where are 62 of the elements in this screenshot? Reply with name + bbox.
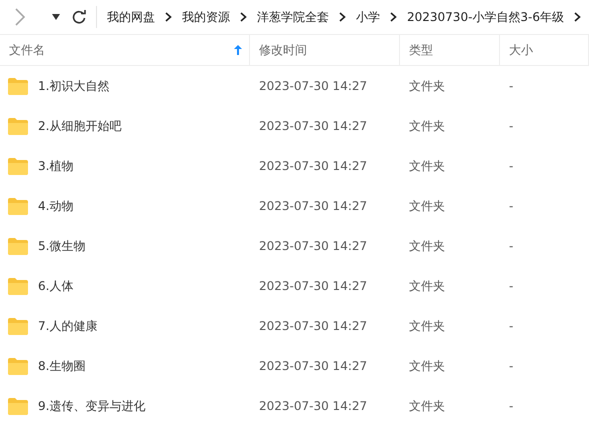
sort-arrow-icon: [234, 45, 242, 55]
file-name[interactable]: 4.动物: [38, 197, 74, 215]
refresh-icon[interactable]: [72, 10, 86, 24]
chevron-icon: [339, 12, 346, 22]
file-type: 文件夹: [409, 199, 445, 213]
file-type: 文件夹: [409, 399, 445, 413]
file-name[interactable]: 8.生物圈: [38, 357, 86, 375]
breadcrumb-link[interactable]: 我的资源: [182, 8, 230, 26]
chevron-icon: [574, 12, 582, 22]
file-type: 文件夹: [409, 79, 445, 93]
column-header[interactable]: 修改时间: [259, 41, 307, 59]
file-size: -: [509, 359, 514, 373]
file-size: -: [509, 279, 514, 293]
folder-icon: [8, 238, 28, 254]
modified-time: 2023-07-30 14:27: [259, 239, 368, 253]
breadcrumb-link[interactable]: 小学: [356, 8, 380, 26]
folder-icon: [8, 398, 28, 414]
modified-time: 2023-07-30 14:27: [259, 399, 368, 413]
file-name[interactable]: 5.微生物: [38, 237, 86, 255]
file-name[interactable]: 7.人的健康: [38, 317, 98, 335]
file-type: 文件夹: [409, 319, 445, 333]
file-size: -: [509, 79, 514, 93]
folder-icon: [8, 118, 28, 134]
file-type: 文件夹: [409, 119, 445, 133]
folder-icon: [8, 198, 28, 214]
breadcrumb-link[interactable]: 20230730-小学自然3-6年级: [407, 8, 564, 26]
folder-icon: [8, 78, 28, 94]
file-size: -: [509, 159, 514, 173]
file-size: -: [509, 199, 514, 213]
modified-time: 2023-07-30 14:27: [259, 199, 368, 213]
column-header[interactable]: 大小: [509, 41, 533, 59]
file-size: -: [509, 319, 514, 333]
modified-time: 2023-07-30 14:27: [259, 279, 368, 293]
modified-time: 2023-07-30 14:27: [259, 79, 368, 93]
file-name[interactable]: 2.从细胞开始吧: [38, 117, 122, 135]
folder-icon: [8, 158, 28, 174]
file-name[interactable]: 3.植物: [38, 157, 74, 175]
column-header[interactable]: 类型: [409, 41, 433, 59]
file-name[interactable]: 6.人体: [38, 277, 74, 295]
breadcrumb-link[interactable]: 我的网盘: [107, 8, 155, 26]
modified-time: 2023-07-30 14:27: [259, 319, 368, 333]
file-size: -: [509, 399, 514, 413]
file-size: -: [509, 119, 514, 133]
file-size: -: [509, 239, 514, 253]
file-name[interactable]: 9.遗传、变异与进化: [38, 397, 146, 415]
chevron-icon: [390, 12, 397, 22]
chevron-icon: [240, 12, 247, 22]
file-type: 文件夹: [409, 239, 445, 253]
folder-icon: [8, 278, 28, 294]
modified-time: 2023-07-30 14:27: [259, 359, 368, 373]
file-type: 文件夹: [409, 279, 445, 293]
file-name[interactable]: 1.初识大自然: [38, 77, 110, 95]
folder-icon: [8, 318, 28, 334]
file-type: 文件夹: [409, 159, 445, 173]
breadcrumb-link[interactable]: 洋葱学院全套: [257, 8, 329, 26]
modified-time: 2023-07-30 14:27: [259, 159, 368, 173]
chevron-icon: [165, 12, 172, 22]
modified-time: 2023-07-30 14:27: [259, 119, 368, 133]
column-header[interactable]: 文件名: [9, 41, 45, 59]
dropdown-icon[interactable]: [52, 14, 60, 20]
folder-icon: [8, 358, 28, 374]
file-type: 文件夹: [409, 359, 445, 373]
